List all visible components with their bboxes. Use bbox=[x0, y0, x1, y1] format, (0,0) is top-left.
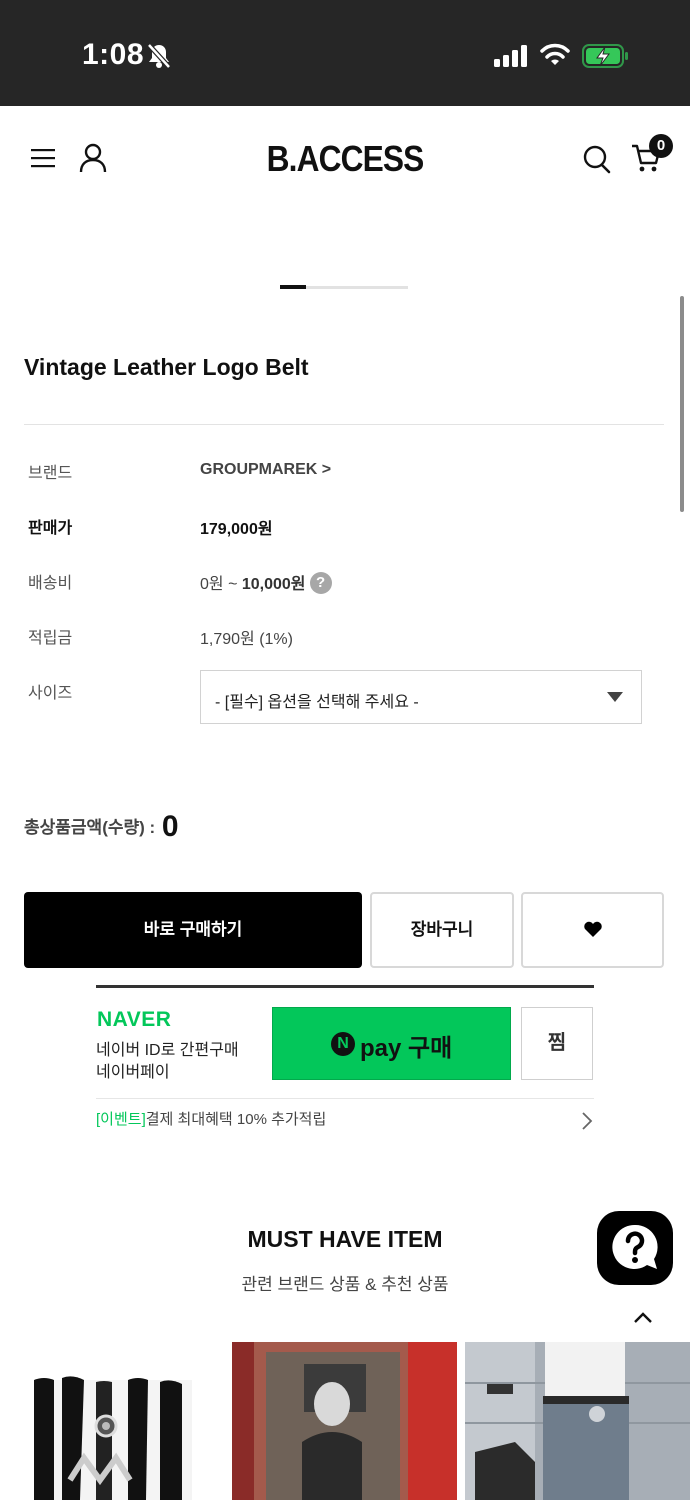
shipping-value: 0원 ~ 10,000원? bbox=[200, 570, 332, 595]
size-label: 사이즈 bbox=[28, 685, 73, 702]
heart-icon bbox=[584, 921, 602, 937]
title-divider bbox=[24, 424, 664, 425]
zebra-belt-image bbox=[34, 1376, 192, 1500]
caret-down-icon bbox=[607, 692, 623, 702]
total-label: 총상품금액(수량) : bbox=[24, 818, 156, 837]
product-title: Vintage Leather Logo Belt bbox=[24, 354, 309, 380]
brand-value[interactable]: GROUPMAREK > bbox=[200, 461, 331, 478]
cellular-signal-icon bbox=[494, 45, 527, 67]
naver-desc-line1: 네이버 ID로 간편구매 bbox=[96, 1042, 239, 1059]
total-amount: 총상품금액(수량) : 0 bbox=[24, 810, 179, 844]
chat-help-icon bbox=[612, 1224, 658, 1269]
points-label: 적립금 bbox=[28, 630, 73, 647]
image-slider-indicator[interactable] bbox=[280, 285, 306, 289]
chevron-right-icon[interactable] bbox=[580, 1111, 594, 1131]
size-select-placeholder: - [필수] 옵션을 선택해 주세요 - bbox=[215, 694, 419, 711]
naver-event-divider bbox=[96, 1098, 594, 1099]
naver-pay-divider bbox=[96, 985, 594, 988]
total-value: 0 bbox=[161, 810, 179, 843]
wifi-icon bbox=[540, 43, 570, 65]
must-have-subtitle: 관련 브랜드 상품 & 추천 상품 bbox=[241, 1275, 449, 1294]
site-header: B.ACCESS bbox=[0, 106, 690, 212]
status-time: 1:08 bbox=[82, 38, 145, 71]
naver-wishlist-button[interactable]: 찜 bbox=[521, 1007, 593, 1080]
site-logo[interactable]: B.ACCESS bbox=[41, 138, 648, 180]
brand-link[interactable]: GROUPMAREK > bbox=[200, 461, 331, 479]
chevron-up-icon[interactable] bbox=[632, 1310, 654, 1326]
wishlist-button[interactable] bbox=[521, 892, 664, 968]
product-thumbnail[interactable] bbox=[465, 1342, 690, 1500]
bell-off-icon bbox=[147, 43, 171, 69]
shipping-max: 10,000원 bbox=[241, 576, 306, 593]
points-value: 1,790원 (1%) bbox=[200, 631, 293, 648]
status-bar: 1:08 bbox=[0, 0, 690, 106]
naver-pay-button[interactable]: N pay 구매 bbox=[272, 1007, 511, 1080]
product-thumbnail[interactable] bbox=[0, 1342, 224, 1500]
model-photo-image bbox=[232, 1342, 457, 1500]
event-text: 결제 최대혜택 10% 추가적립 bbox=[145, 1111, 327, 1128]
naver-event-link[interactable]: [이벤트]결제 최대혜택 10% 추가적립 bbox=[96, 1108, 326, 1129]
shipping-min: 0원 ~ bbox=[200, 576, 242, 593]
cart-count-badge: 0 bbox=[649, 134, 673, 158]
naver-pay-label: pay 구매 bbox=[360, 1035, 453, 1062]
price-label: 판매가 bbox=[28, 520, 73, 537]
product-thumbnail[interactable] bbox=[232, 1342, 457, 1500]
model-motorcycle-image bbox=[465, 1342, 690, 1500]
event-tag: [이벤트] bbox=[96, 1111, 146, 1128]
brand-label: 브랜드 bbox=[28, 465, 73, 482]
naver-logo: NAVER bbox=[97, 1008, 172, 1031]
shipping-label: 배송비 bbox=[28, 575, 73, 592]
buy-now-button[interactable]: 바로 구매하기 bbox=[24, 892, 362, 968]
help-icon[interactable]: ? bbox=[309, 572, 332, 595]
add-to-cart-button[interactable]: 장바구니 bbox=[370, 892, 514, 968]
search-icon[interactable] bbox=[582, 144, 612, 176]
naver-desc-line2: 네이버페이 bbox=[96, 1064, 170, 1081]
must-have-title: MUST HAVE ITEM bbox=[247, 1226, 443, 1252]
size-select[interactable]: - [필수] 옵션을 선택해 주세요 - bbox=[200, 670, 642, 724]
page-scrollbar[interactable] bbox=[680, 296, 684, 512]
price-value: 179,000원 bbox=[200, 521, 273, 538]
chat-help-button[interactable] bbox=[597, 1211, 673, 1285]
naver-n-icon: N bbox=[331, 1032, 355, 1056]
battery-charging-icon bbox=[582, 44, 628, 68]
